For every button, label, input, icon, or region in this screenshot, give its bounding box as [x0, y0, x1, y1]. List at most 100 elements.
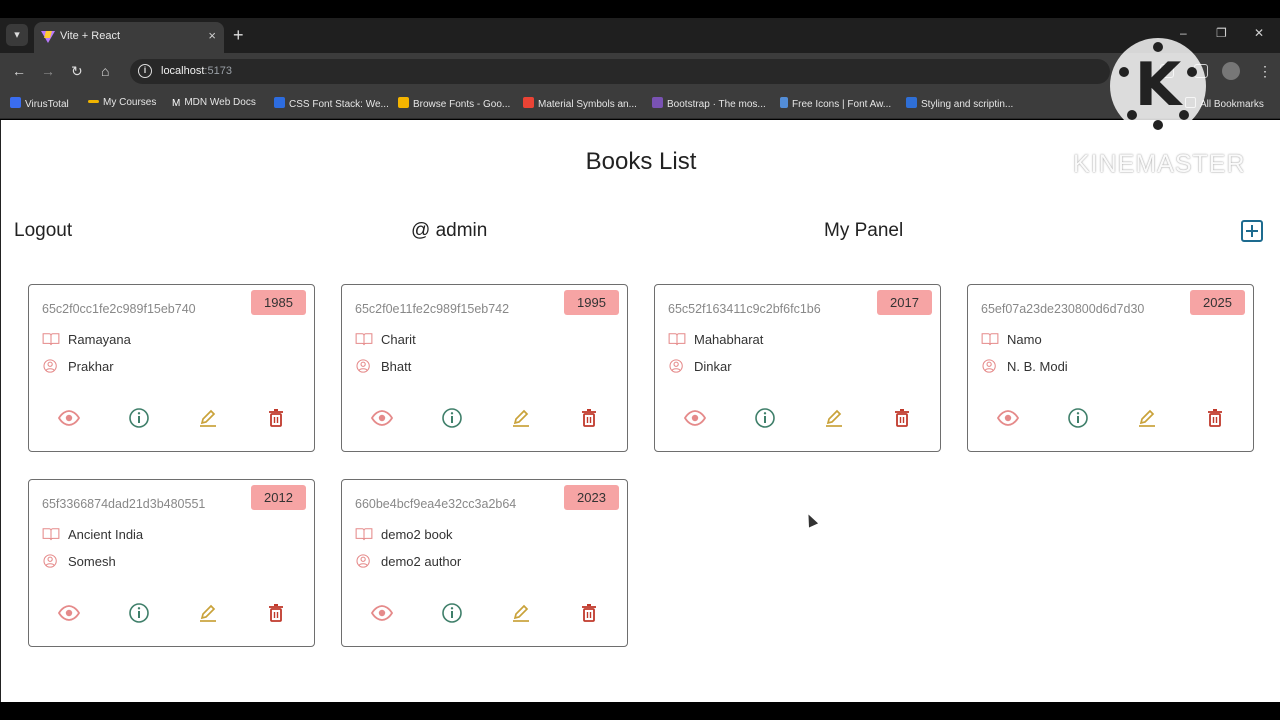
book-card: 1985 65c2f0cc1fe2c989f15eb740 Ramayana Prak… — [28, 284, 315, 452]
bookmark-label: Bootstrap · The mos... — [667, 99, 766, 110]
minimize-button[interactable]: – — [1180, 26, 1187, 40]
url-text: localhost:5173 — [161, 65, 232, 77]
book-card: 2025 65ef07a23de230800d6d7d30 Namo N. B. Mo… — [967, 284, 1254, 452]
bookmark-google-fonts[interactable]: Browse Fonts - Goo... — [398, 97, 510, 110]
view-eye-icon[interactable] — [370, 406, 394, 430]
new-tab-button[interactable]: + — [233, 25, 244, 45]
book-author-row: Prakhar — [42, 359, 114, 374]
book-author: N. B. Modi — [1007, 359, 1068, 374]
view-eye-icon[interactable] — [57, 406, 81, 430]
back-arrow-icon[interactable]: ← — [12, 62, 26, 80]
kinemaster-logo: K — [1110, 38, 1206, 134]
book-author: Dinkar — [694, 359, 732, 374]
book-title-row: Ramayana — [42, 332, 131, 347]
view-eye-icon[interactable] — [370, 601, 394, 625]
url-port: :5173 — [204, 65, 232, 77]
book-author: Bhatt — [381, 359, 412, 374]
flag-icon — [780, 97, 788, 108]
my-panel-link[interactable]: My Panel — [824, 220, 903, 242]
card-actions — [29, 601, 314, 627]
home-icon[interactable]: ⌂ — [101, 62, 109, 80]
view-eye-icon[interactable] — [57, 601, 81, 625]
edit-pencil-icon[interactable] — [509, 601, 533, 625]
browser-tab[interactable]: Vite + React × — [34, 22, 224, 53]
forward-arrow-icon[interactable]: → — [41, 62, 55, 80]
book-icon — [355, 332, 381, 347]
bookmark-label: CSS Font Stack: We... — [289, 99, 389, 110]
bookmark-styling-scripting[interactable]: Styling and scriptin... — [906, 97, 1013, 110]
edit-pencil-icon[interactable] — [1135, 406, 1159, 430]
view-eye-icon[interactable] — [996, 406, 1020, 430]
edit-pencil-icon[interactable] — [196, 601, 220, 625]
logo-dot — [1127, 110, 1137, 120]
book-icon — [42, 332, 68, 347]
book-title: demo2 book — [381, 527, 453, 542]
info-icon[interactable] — [127, 601, 151, 625]
book-id: 660be4bcf9ea4e32cc3a2b64 — [355, 497, 517, 511]
book-author-row: Somesh — [42, 554, 116, 569]
add-book-button[interactable] — [1241, 220, 1263, 242]
edit-pencil-icon[interactable] — [196, 406, 220, 430]
restore-button[interactable]: ❐ — [1216, 26, 1227, 40]
bookmark-label: Browse Fonts - Goo... — [413, 99, 511, 110]
info-icon[interactable] — [440, 406, 464, 430]
bookmark-my-courses[interactable]: My Courses — [88, 97, 156, 108]
delete-trash-icon[interactable] — [264, 406, 288, 430]
logo-dot — [1119, 67, 1129, 77]
bookmark-label: All Bookmarks — [1200, 99, 1264, 110]
virustotal-icon — [10, 97, 21, 108]
delete-trash-icon[interactable] — [890, 406, 914, 430]
info-icon[interactable] — [1066, 406, 1090, 430]
window-close-button[interactable]: ✕ — [1254, 26, 1264, 40]
browser-menu-icon[interactable]: ⋮ — [1258, 62, 1272, 80]
publish-year-badge: 2023 — [564, 485, 619, 510]
logo-letter: K — [1134, 50, 1182, 120]
tab-close-icon[interactable]: × — [208, 28, 216, 43]
card-actions — [342, 406, 627, 432]
publish-year-badge: 2017 — [877, 290, 932, 315]
logo-dot — [1153, 42, 1163, 52]
book-title: Ramayana — [68, 332, 131, 347]
bookmark-font-awesome[interactable]: Free Icons | Font Aw... — [780, 97, 891, 110]
user-circle-icon — [355, 359, 381, 374]
bookmark-mdn[interactable]: M MDN Web Docs — [172, 97, 256, 109]
delete-trash-icon[interactable] — [577, 601, 601, 625]
address-bar[interactable]: i localhost:5173 — [130, 59, 1110, 84]
edit-pencil-icon[interactable] — [822, 406, 846, 430]
delete-trash-icon[interactable] — [264, 601, 288, 625]
tab-search-chevron-icon[interactable]: ▾ — [6, 24, 28, 46]
delete-trash-icon[interactable] — [1203, 406, 1227, 430]
site-info-icon[interactable]: i — [138, 64, 152, 78]
publish-year-badge: 2012 — [251, 485, 306, 510]
reload-icon[interactable]: ↻ — [71, 62, 83, 80]
mdn-icon: M — [172, 98, 181, 109]
book-id: 65ef07a23de230800d6d7d30 — [981, 302, 1145, 316]
bookmark-material-symbols[interactable]: Material Symbols an... — [523, 97, 637, 110]
book-icon — [355, 527, 381, 542]
book-title: Charit — [381, 332, 416, 347]
book-id: 65c2f0cc1fe2c989f15eb740 — [42, 302, 196, 316]
bookmark-bootstrap[interactable]: Bootstrap · The mos... — [652, 97, 766, 110]
edit-pencil-icon[interactable] — [509, 406, 533, 430]
info-icon[interactable] — [753, 406, 777, 430]
profile-avatar[interactable] — [1222, 62, 1240, 80]
vite-favicon-icon — [41, 31, 55, 43]
book-id: 65c2f0e11fe2c989f15eb742 — [355, 302, 510, 316]
book-card: 2017 65c52f163411c9c2bf6fc1b6 Mahabharat Di… — [654, 284, 941, 452]
bookmark-css-font-stack[interactable]: CSS Font Stack: We... — [274, 97, 389, 110]
view-eye-icon[interactable] — [683, 406, 707, 430]
courses-icon — [88, 100, 99, 103]
browser-toolbar: ← → ↻ ⌂ i localhost:5173 ⋮ — [0, 53, 1280, 89]
logout-link[interactable]: Logout — [14, 220, 72, 242]
bookmark-virustotal[interactable]: VirusTotal — [10, 97, 69, 110]
info-icon[interactable] — [127, 406, 151, 430]
bookmark-label: MDN Web Docs — [184, 97, 256, 108]
book-id: 65c52f163411c9c2bf6fc1b6 — [668, 302, 821, 316]
username-label: @ admin — [411, 220, 488, 241]
info-icon[interactable] — [440, 601, 464, 625]
delete-trash-icon[interactable] — [577, 406, 601, 430]
book-author: Somesh — [68, 554, 116, 569]
book-author-row: Dinkar — [668, 359, 732, 374]
book-title-row: Mahabharat — [668, 332, 763, 347]
bookmark-label: Free Icons | Font Aw... — [792, 99, 892, 110]
